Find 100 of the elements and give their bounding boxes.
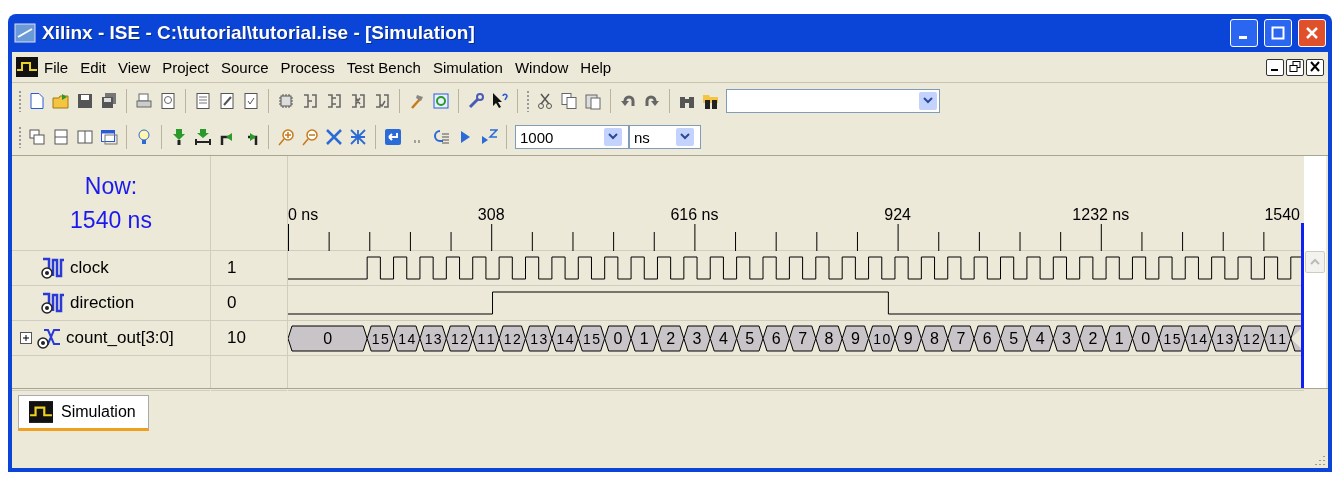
menu-item[interactable]: Process: [274, 56, 341, 78]
bus-value-segment: 12: [498, 325, 526, 351]
ruler-label: 1232 ns: [1072, 206, 1130, 223]
bus-value-segment: [1290, 325, 1304, 351]
document-icon[interactable]: [28, 92, 46, 110]
edit-page-icon[interactable]: [218, 92, 236, 110]
bus-value-segment: 15: [1158, 325, 1186, 351]
bus-value-segment: 11: [472, 325, 500, 351]
bus-value-segment: 5: [736, 325, 764, 351]
horizontal-split-icon[interactable]: [52, 128, 70, 146]
ruler-label: 1540: [1264, 206, 1300, 223]
menu-item[interactable]: Test Bench: [340, 56, 427, 78]
bus-signal-icon: [36, 326, 62, 350]
toolbar-grip[interactable]: [18, 90, 22, 112]
vertical-split-icon[interactable]: [76, 128, 94, 146]
bus-value-segment: 14: [1184, 325, 1213, 351]
now-time: 1540 ns: [70, 206, 152, 235]
signal-value: 10: [227, 328, 246, 348]
menu-item[interactable]: Project: [156, 56, 215, 78]
circuit-icon[interactable]: [325, 92, 343, 110]
tab[interactable]: Simulation: [18, 395, 149, 431]
cascade-windows-icon[interactable]: [28, 128, 46, 146]
signal-row[interactable]: direction: [12, 286, 210, 321]
bus-value-segment: 3: [1052, 325, 1081, 351]
signal-row[interactable]: clock: [12, 251, 210, 286]
menu-item[interactable]: Window: [508, 56, 575, 78]
lightbulb-icon[interactable]: [135, 128, 153, 146]
bus-value-segment: 6: [973, 325, 1001, 351]
folder-icon[interactable]: [52, 92, 70, 110]
search-combo[interactable]: [726, 89, 940, 113]
menu-item[interactable]: Source: [214, 56, 275, 78]
wrench-icon[interactable]: [467, 92, 485, 110]
bus-value-segment: 3: [683, 325, 711, 351]
scissors-icon[interactable]: [536, 92, 554, 110]
bus-value-segment: 12: [1237, 325, 1265, 351]
circuit-icon[interactable]: [301, 92, 319, 110]
bus-value-segment: 13: [525, 325, 553, 351]
bus-value-segment: 9: [841, 325, 870, 351]
circuit-icon[interactable]: [349, 92, 367, 110]
expand-icon[interactable]: [20, 332, 32, 344]
bus-value-segment: 4: [1026, 325, 1054, 351]
bus-value-segment: 8: [815, 325, 843, 351]
bus-value-segment: 1: [630, 325, 658, 351]
signal-name: direction: [70, 293, 135, 313]
bus-value-segment: 8: [920, 325, 949, 351]
run-time-icon[interactable]: [480, 128, 498, 146]
bus-value-segment: 15: [577, 325, 606, 351]
bus-value-segment: 6: [762, 325, 790, 351]
signal-name: count_out[3:0]: [66, 328, 174, 348]
bus-value-segment: 7: [788, 325, 817, 351]
expand-arrows-icon[interactable]: [325, 128, 343, 146]
bus-value-segment: 12: [445, 325, 474, 351]
circuit-icon[interactable]: [373, 92, 391, 110]
copy-icon[interactable]: [560, 92, 578, 110]
menu-item[interactable]: Edit: [74, 56, 113, 78]
collapse-arrows-icon[interactable]: [349, 128, 367, 146]
bus-value-segment: 10: [868, 325, 896, 351]
waveform-icon[interactable]: [16, 57, 38, 77]
folder-binoculars-icon[interactable]: [702, 92, 720, 110]
chip-icon[interactable]: [277, 92, 295, 110]
menu-item[interactable]: Help: [574, 56, 618, 78]
maximize-icon[interactable]: [1271, 26, 1285, 40]
checkmark-page-icon[interactable]: [242, 92, 260, 110]
bus-value-segment: 1: [1105, 325, 1133, 351]
window-icon[interactable]: [100, 128, 118, 146]
ruler-label: 924: [884, 206, 911, 223]
menu-item[interactable]: View: [112, 56, 157, 78]
maximize-button[interactable]: [1264, 19, 1292, 47]
printer-icon[interactable]: [135, 92, 153, 110]
zoom-out-icon[interactable]: [301, 128, 319, 146]
down-arrow-bar-icon[interactable]: [194, 128, 212, 146]
help-cursor-icon[interactable]: [491, 92, 509, 110]
toolbar-grip[interactable]: [526, 90, 530, 112]
refresh-icon[interactable]: [432, 92, 450, 110]
waveform-icon: [29, 401, 53, 423]
toolbar-grip[interactable]: [18, 126, 22, 148]
stacked-floppy-icon[interactable]: [100, 92, 118, 110]
menu-item[interactable]: Simulation: [426, 56, 509, 78]
window-title: Xilinx - ISE - C:\tutorial\tutorial.ise - [Simulation]: [42, 22, 476, 44]
signal-row[interactable]: count_out[3:0]: [12, 321, 210, 356]
notepad-icon[interactable]: [194, 92, 212, 110]
time-field[interactable]: 1000: [515, 125, 629, 149]
bus-value-segment: 9: [894, 325, 922, 351]
step-icon[interactable]: [432, 128, 450, 146]
clipboard-icon[interactable]: [584, 92, 602, 110]
app-logo-icon: [14, 23, 36, 43]
bus-value-segment: 4: [709, 325, 738, 351]
now-label: Now:: [84, 172, 138, 201]
bus-value-segment: 2: [656, 325, 685, 351]
signal-value: 1: [227, 258, 237, 278]
ruler-label: 0 ns: [288, 206, 319, 223]
hammer-icon[interactable]: [408, 92, 426, 110]
zoom-in-icon[interactable]: [277, 128, 295, 146]
menu-item[interactable]: File: [38, 56, 75, 78]
signal-value: 0: [227, 293, 237, 313]
unit-field[interactable]: ns: [629, 125, 701, 149]
bus-value-segment: 13: [419, 325, 447, 351]
bus-value-segment: 13: [1211, 325, 1239, 351]
signal-name: clock: [70, 258, 109, 278]
magnifier-page-icon[interactable]: [159, 92, 177, 110]
